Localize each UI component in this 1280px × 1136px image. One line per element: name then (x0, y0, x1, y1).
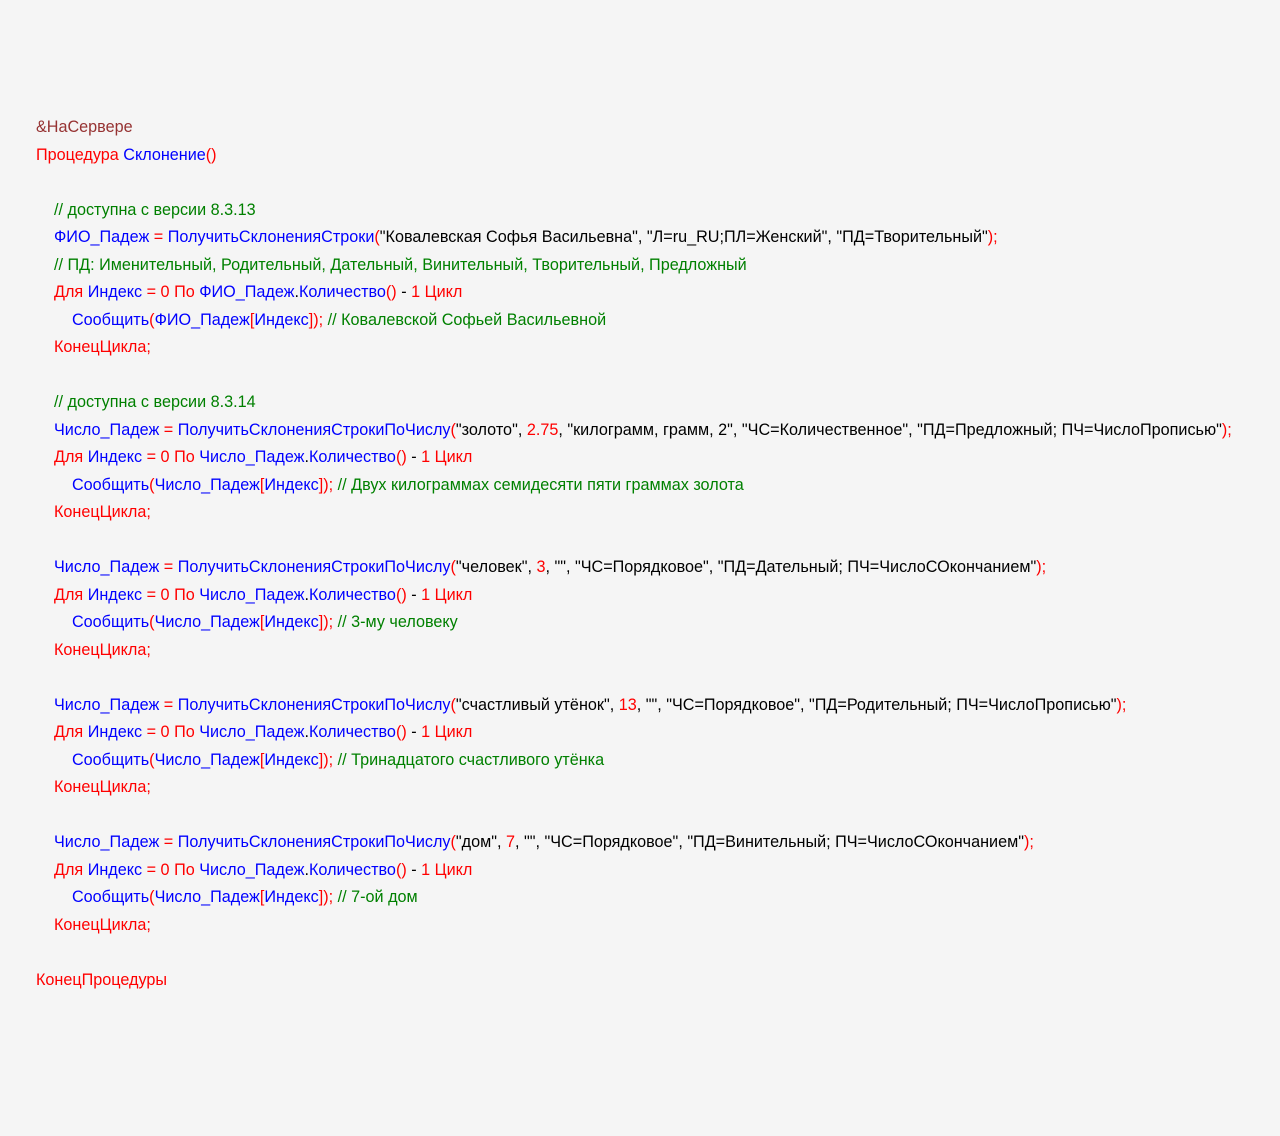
code-block: &НаСервере Процедура Склонение() // дост… (36, 114, 1280, 994)
